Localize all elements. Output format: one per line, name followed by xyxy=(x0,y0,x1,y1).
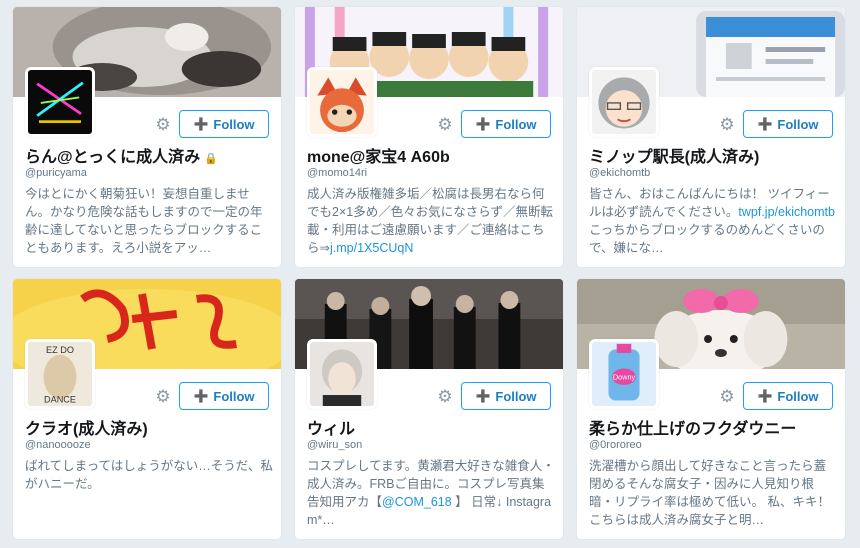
screen-name[interactable]: @wiru_son xyxy=(307,439,362,451)
follow-label: Follow xyxy=(777,388,819,404)
screen-name[interactable]: @puricyama xyxy=(25,167,87,179)
avatar-text: Downy xyxy=(613,372,636,381)
display-name-text: ミノップ駅長(成人済み) xyxy=(589,149,760,166)
display-name[interactable]: 柔らか仕上げのフクダウニー xyxy=(589,415,839,439)
display-name[interactable]: ミノップ駅長(成人済み) xyxy=(589,143,839,167)
screen-name[interactable]: @0rororeo xyxy=(589,439,642,451)
display-name-text: らん@とっくに成人済み xyxy=(25,149,201,166)
bio-mention-link[interactable]: @COM_618 xyxy=(382,495,452,509)
follow-label: Follow xyxy=(213,388,255,404)
follow-button[interactable]: ➕ Follow xyxy=(461,110,551,138)
user-bio: 今はとにかく朝菊狂い！妄想自重しません。かなり危険な話もしますので一定の年齢に達… xyxy=(25,185,273,257)
follow-button[interactable]: ➕ Follow xyxy=(461,382,551,410)
gear-icon[interactable]: ⚙ xyxy=(153,115,173,135)
display-name[interactable]: らん@とっくに成人済み 🔒 xyxy=(25,143,275,167)
follow-label: Follow xyxy=(213,116,255,132)
display-name[interactable]: クラオ(成人済み) xyxy=(25,415,275,439)
gear-icon[interactable]: ⚙ xyxy=(435,387,455,407)
follow-label: Follow xyxy=(495,388,537,404)
screen-name[interactable]: @ekichomtb xyxy=(589,167,650,179)
person-plus-icon: ➕ xyxy=(193,117,209,131)
user-bio: 洗濯槽から顔出して好きなこと言ったら蓋閉めるそんな腐女子・因みに人見知り根暗・リ… xyxy=(589,457,837,529)
display-name[interactable]: mone@家宝4 A60b xyxy=(307,143,557,167)
follow-button[interactable]: ➕ Follow xyxy=(743,110,833,138)
display-name-text: 柔らか仕上げのフクダウニー xyxy=(589,421,797,438)
follow-label: Follow xyxy=(777,116,819,132)
user-card[interactable]: ⚙ ➕ Follow らん@とっくに成人済み 🔒 @puricyama 今はとにか… xyxy=(12,6,282,268)
follow-label: Follow xyxy=(495,116,537,132)
display-name-text: ウィル xyxy=(307,421,356,438)
gear-icon[interactable]: ⚙ xyxy=(435,115,455,135)
avatar[interactable]: Downy xyxy=(589,339,659,409)
avatar[interactable] xyxy=(307,67,377,137)
user-bio: 成人済み版権雑多垢／松腐は長男右なら何でも2×1多め／色々お気になさらず／無断転… xyxy=(307,185,555,257)
person-plus-icon: ➕ xyxy=(475,117,491,131)
avatar[interactable]: EZ DO DANCE xyxy=(25,339,95,409)
bio-text: 今はとにかく朝菊狂い！妄想自重しません。かなり危険な話もしますので一定の年齢に達… xyxy=(25,187,263,255)
bio-text: 洗濯槽から顔出して好きなこと言ったら蓋閉めるそんな腐女子・因みに人見知り根暗・リ… xyxy=(589,459,830,527)
avatar[interactable] xyxy=(25,67,95,137)
follow-button[interactable]: ➕ Follow xyxy=(179,110,269,138)
gear-icon[interactable]: ⚙ xyxy=(153,387,173,407)
gear-icon[interactable]: ⚙ xyxy=(717,115,737,135)
avatar[interactable] xyxy=(589,67,659,137)
person-plus-icon: ➕ xyxy=(193,389,209,403)
user-bio: コスプレしてます。黄瀬君大好きな雑食人・成人済み。FRBご自由に。コスプレ写真集… xyxy=(307,457,555,529)
avatar-text-bottom: DANCE xyxy=(44,394,76,404)
bio-text: ばれてしまってはしょうがない…そうだ、私がハニーだ。 xyxy=(25,459,273,491)
bio-text-after: こっちからブロックするのめんどくさいので、嫌にな… xyxy=(589,223,825,255)
bio-link[interactable]: twpf.jp/ekichomtb xyxy=(738,205,835,219)
person-plus-icon: ➕ xyxy=(475,389,491,403)
follow-button[interactable]: ➕ Follow xyxy=(179,382,269,410)
bio-link[interactable]: j.mp/1X5CUqN xyxy=(330,241,413,255)
lock-icon: 🔒 xyxy=(204,153,218,165)
user-card[interactable]: ⚙ ➕ Follow ウィル @wiru_son コスプレしてます。黄瀬君大好き… xyxy=(294,278,564,540)
display-name[interactable]: ウィル xyxy=(307,415,557,439)
user-card[interactable]: Downy ⚙ ➕ Follow 柔らか仕上げのフクダウニー @0rororeo… xyxy=(576,278,846,540)
screen-name[interactable]: @nanooooze xyxy=(25,439,91,451)
display-name-text: クラオ(成人済み) xyxy=(25,421,148,438)
user-card[interactable]: ⚙ ➕ Follow ミノップ駅長(成人済み) @ekichomtb 皆さん、お… xyxy=(576,6,846,268)
avatar[interactable] xyxy=(307,339,377,409)
avatar-text-top: EZ DO xyxy=(46,345,74,355)
user-bio: 皆さん、おはこんばんにちは！ ツイフィールは必ず読んでください。twpf.jp/… xyxy=(589,185,837,257)
user-card[interactable]: ⚙ ➕ Follow mone@家宝4 A60b @momo14ri 成人済み版… xyxy=(294,6,564,268)
person-plus-icon: ➕ xyxy=(757,389,773,403)
follow-button[interactable]: ➕ Follow xyxy=(743,382,833,410)
screen-name[interactable]: @momo14ri xyxy=(307,167,367,179)
gear-icon[interactable]: ⚙ xyxy=(717,387,737,407)
user-card[interactable]: EZ DO DANCE ⚙ ➕ Follow クラオ(成人済み) @nanooo… xyxy=(12,278,282,540)
display-name-text: mone@家宝4 A60b xyxy=(307,149,450,166)
person-plus-icon: ➕ xyxy=(757,117,773,131)
recommended-users-grid: ⚙ ➕ Follow らん@とっくに成人済み 🔒 @puricyama 今はとにか… xyxy=(12,6,848,544)
user-bio: ばれてしまってはしょうがない…そうだ、私がハニーだ。 xyxy=(25,457,273,493)
